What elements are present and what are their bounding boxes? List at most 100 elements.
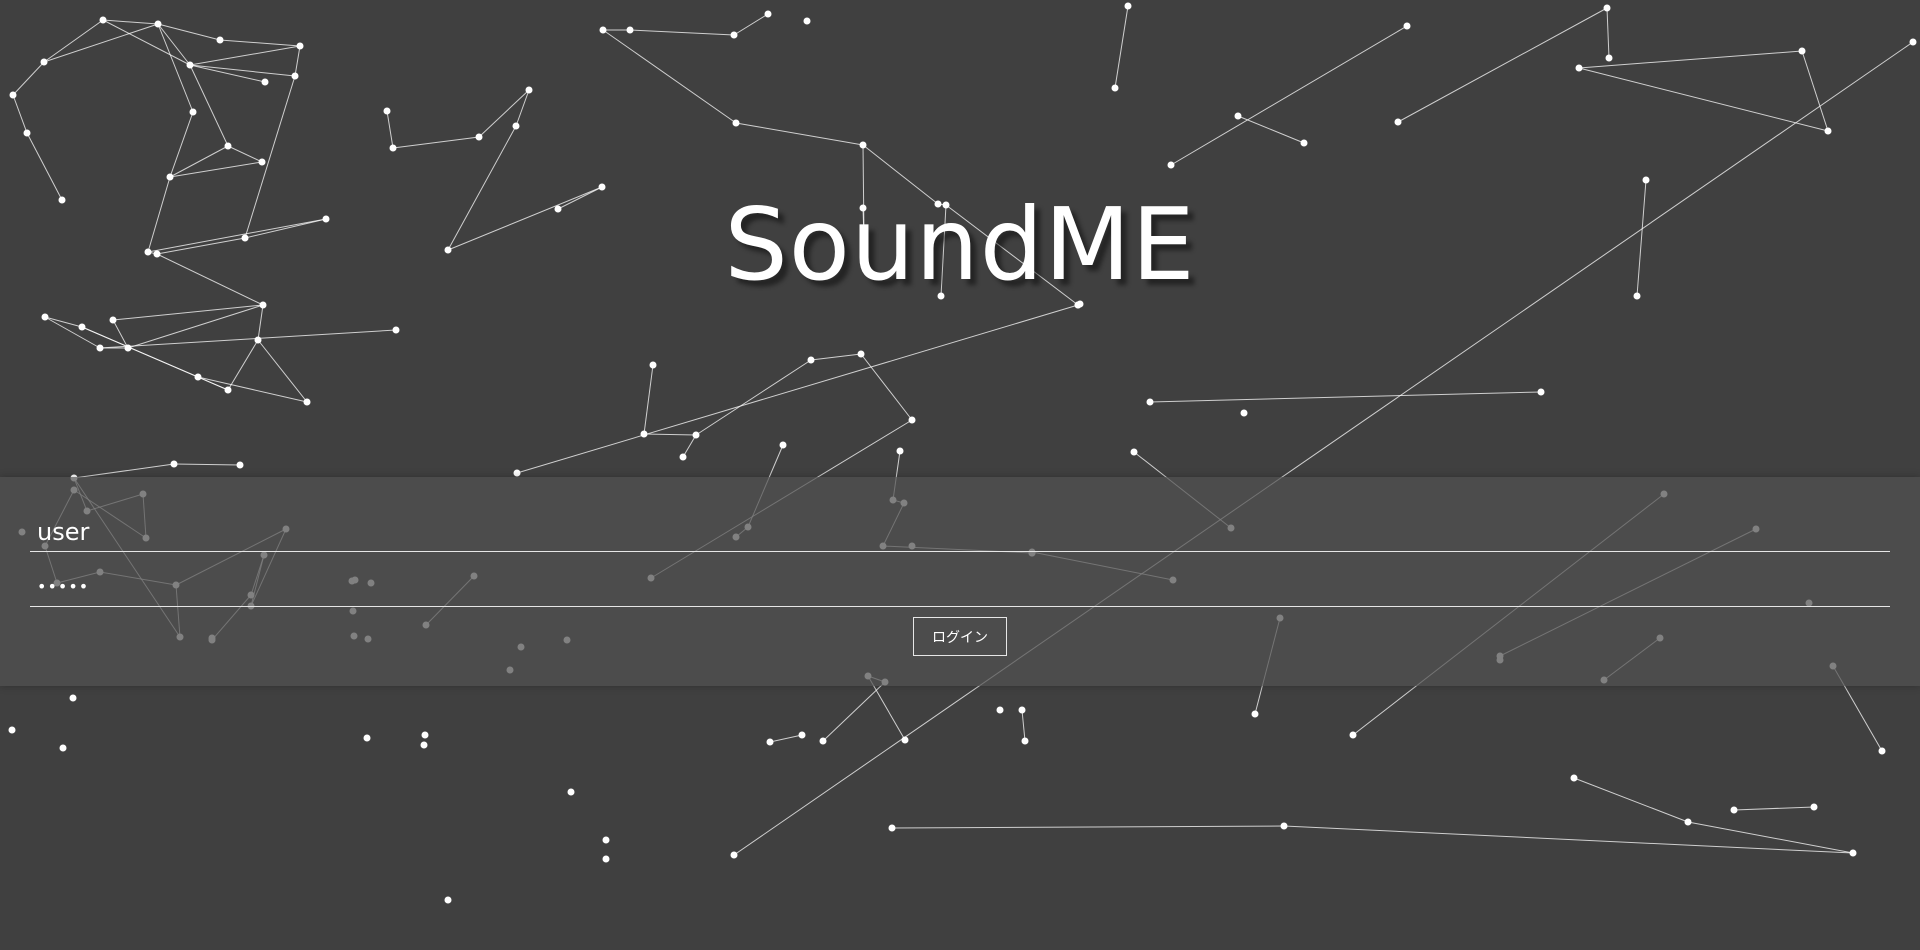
particle-link <box>629 29 735 36</box>
particle-dot <box>1130 448 1138 456</box>
particle-dot <box>626 26 634 34</box>
particle-dot <box>216 36 224 44</box>
particle-dot <box>602 855 610 863</box>
particle-link <box>1578 50 1803 69</box>
particle-link <box>1606 7 1610 59</box>
particle-link <box>1397 7 1608 123</box>
particle-link <box>810 353 862 361</box>
particle-dot <box>1251 710 1259 718</box>
particle-dot <box>1018 706 1026 714</box>
particle-dot <box>649 361 657 369</box>
particle-dot <box>78 323 86 331</box>
particle-link <box>189 64 296 77</box>
particle-dot <box>1124 2 1132 10</box>
particle-dot <box>602 836 610 844</box>
particle-link <box>1283 825 1854 854</box>
particle-dot <box>9 91 17 99</box>
particle-link <box>1578 67 1829 132</box>
particle-dot <box>389 144 397 152</box>
particle-link <box>769 734 803 743</box>
particle-dot <box>186 61 194 69</box>
particle-dot <box>779 441 787 449</box>
particle-link <box>102 19 159 25</box>
particle-dot <box>599 26 607 34</box>
particle-dot <box>896 447 904 455</box>
particle-dot <box>41 313 49 321</box>
particle-link <box>735 122 864 146</box>
particle-link <box>478 89 530 138</box>
particle-dot <box>258 158 266 166</box>
particle-link <box>860 353 913 421</box>
particle-link <box>1733 806 1815 811</box>
particle-dot <box>8 726 16 734</box>
particle-link <box>257 304 264 341</box>
particle-dot <box>857 350 865 358</box>
particle-dot <box>23 129 31 137</box>
particle-link <box>12 61 45 96</box>
particle-dot <box>1403 22 1411 30</box>
particle-dot <box>1909 38 1917 46</box>
particle-link <box>392 136 480 149</box>
particle-dot <box>730 31 738 39</box>
particle-link <box>643 364 654 435</box>
particle-dot <box>1798 47 1806 55</box>
particle-dot <box>124 344 132 352</box>
particle-link <box>169 111 194 178</box>
page-title: SoundME <box>724 186 1196 303</box>
login-form: ログイン <box>0 477 1920 686</box>
particles-background <box>8 2 1917 904</box>
particle-dot <box>303 398 311 406</box>
particle-link <box>227 339 259 391</box>
particle-dot <box>194 373 202 381</box>
particle-dot <box>166 173 174 181</box>
particle-link <box>173 463 241 466</box>
particle-link <box>733 41 1914 856</box>
particle-dot <box>567 788 575 796</box>
particle-dot <box>254 336 262 344</box>
particle-link <box>602 29 737 124</box>
particle-link <box>516 304 1079 474</box>
particle-dot <box>901 736 909 744</box>
particle-dot <box>109 316 117 324</box>
password-input[interactable] <box>30 567 1890 607</box>
particle-link <box>219 39 301 47</box>
particle-dot <box>421 731 429 739</box>
particle-link <box>227 145 263 163</box>
particle-dot <box>261 78 269 86</box>
particle-dot <box>59 744 67 752</box>
particle-link <box>73 463 175 479</box>
particle-dot <box>1280 822 1288 830</box>
particle-dot <box>513 469 521 477</box>
particle-dot <box>1300 139 1308 147</box>
particle-dot <box>444 896 452 904</box>
particle-dot <box>766 738 774 746</box>
particle-dot <box>224 386 232 394</box>
particle-link <box>43 19 104 63</box>
particle-dot <box>154 20 162 28</box>
particle-dot <box>1394 118 1402 126</box>
particle-link <box>891 825 1285 829</box>
particle-dot <box>803 17 811 25</box>
particle-dot <box>819 737 827 745</box>
particle-link <box>643 433 697 436</box>
particle-dot <box>475 133 483 141</box>
particle-dot <box>692 431 700 439</box>
particle-dot <box>392 326 400 334</box>
particle-link <box>1170 25 1408 166</box>
login-button[interactable]: ログイン <box>913 617 1007 656</box>
particle-dot <box>1111 84 1119 92</box>
particle-link <box>189 64 229 147</box>
particle-dot <box>1642 176 1650 184</box>
particle-dot <box>420 741 428 749</box>
particle-dot <box>40 58 48 66</box>
particle-dot <box>640 430 648 438</box>
username-input[interactable] <box>30 512 1890 552</box>
particle-link <box>189 45 301 66</box>
particle-dot <box>1810 803 1818 811</box>
particle-link <box>102 19 191 66</box>
particle-link <box>1801 50 1829 132</box>
particle-dot <box>679 453 687 461</box>
particle-dot <box>1021 737 1029 745</box>
particle-dot <box>859 141 867 149</box>
particle-dot <box>383 107 391 115</box>
